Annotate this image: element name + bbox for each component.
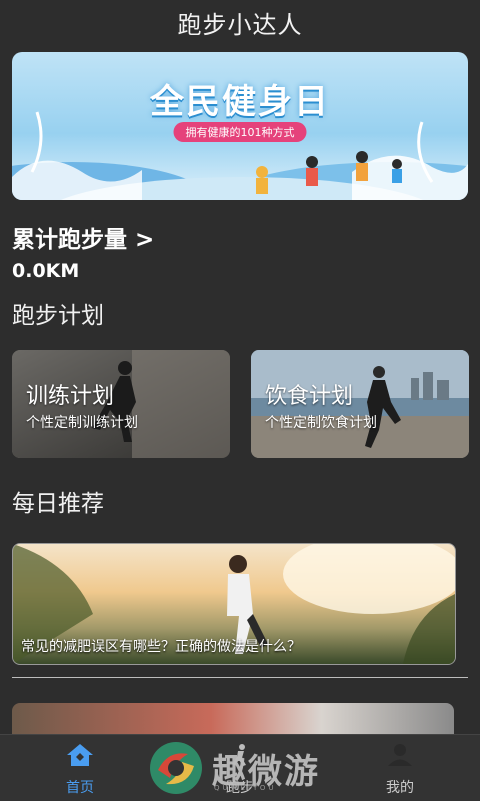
running-plan-heading: 跑步计划 <box>12 303 104 329</box>
user-icon <box>388 744 412 766</box>
training-plan-card[interactable]: 训练计划 个性定制训练计划 <box>12 350 230 458</box>
banner-carousel[interactable]: 全民健身日 拥有健康的101种方式 <box>12 52 468 200</box>
nav-home[interactable]: 首页 <box>40 743 120 797</box>
diet-plan-title: 饮食计划 <box>265 384 354 409</box>
watermark-emblem-icon <box>150 742 202 794</box>
daily-recommend-heading: 每日推荐 <box>12 491 104 517</box>
total-running-value: 0.0KM <box>12 260 80 282</box>
recommend-article-caption: 常见的减肥误区有哪些？正确的做法是什么？ <box>21 639 301 655</box>
recommend-article-card[interactable]: 常见的减肥误区有哪些？正确的做法是什么？ <box>12 543 456 665</box>
home-icon <box>67 744 93 766</box>
watermark-subtext: QUWEIYOU <box>214 784 277 792</box>
training-plan-title: 训练计划 <box>26 384 115 409</box>
section-divider <box>12 677 468 678</box>
training-plan-subtitle: 个性定制训练计划 <box>26 415 138 431</box>
banner-title: 全民健身日 <box>150 82 330 122</box>
diet-plan-card[interactable]: 饮食计划 个性定制饮食计划 <box>251 350 469 458</box>
nav-mine[interactable]: 我的 <box>360 743 440 797</box>
app-title: 跑步小达人 <box>177 10 303 39</box>
app-header: 跑步小达人 <box>0 0 480 44</box>
nav-home-label: 首页 <box>66 780 94 796</box>
banner-subtitle: 拥有健康的101种方式 <box>173 122 307 142</box>
watermark-logo: 趣微游 QUWEIYOU <box>148 738 338 798</box>
total-running-link[interactable]: 累计跑步量 > <box>12 220 154 254</box>
diet-plan-subtitle: 个性定制饮食计划 <box>265 415 377 431</box>
nav-mine-label: 我的 <box>386 780 414 796</box>
